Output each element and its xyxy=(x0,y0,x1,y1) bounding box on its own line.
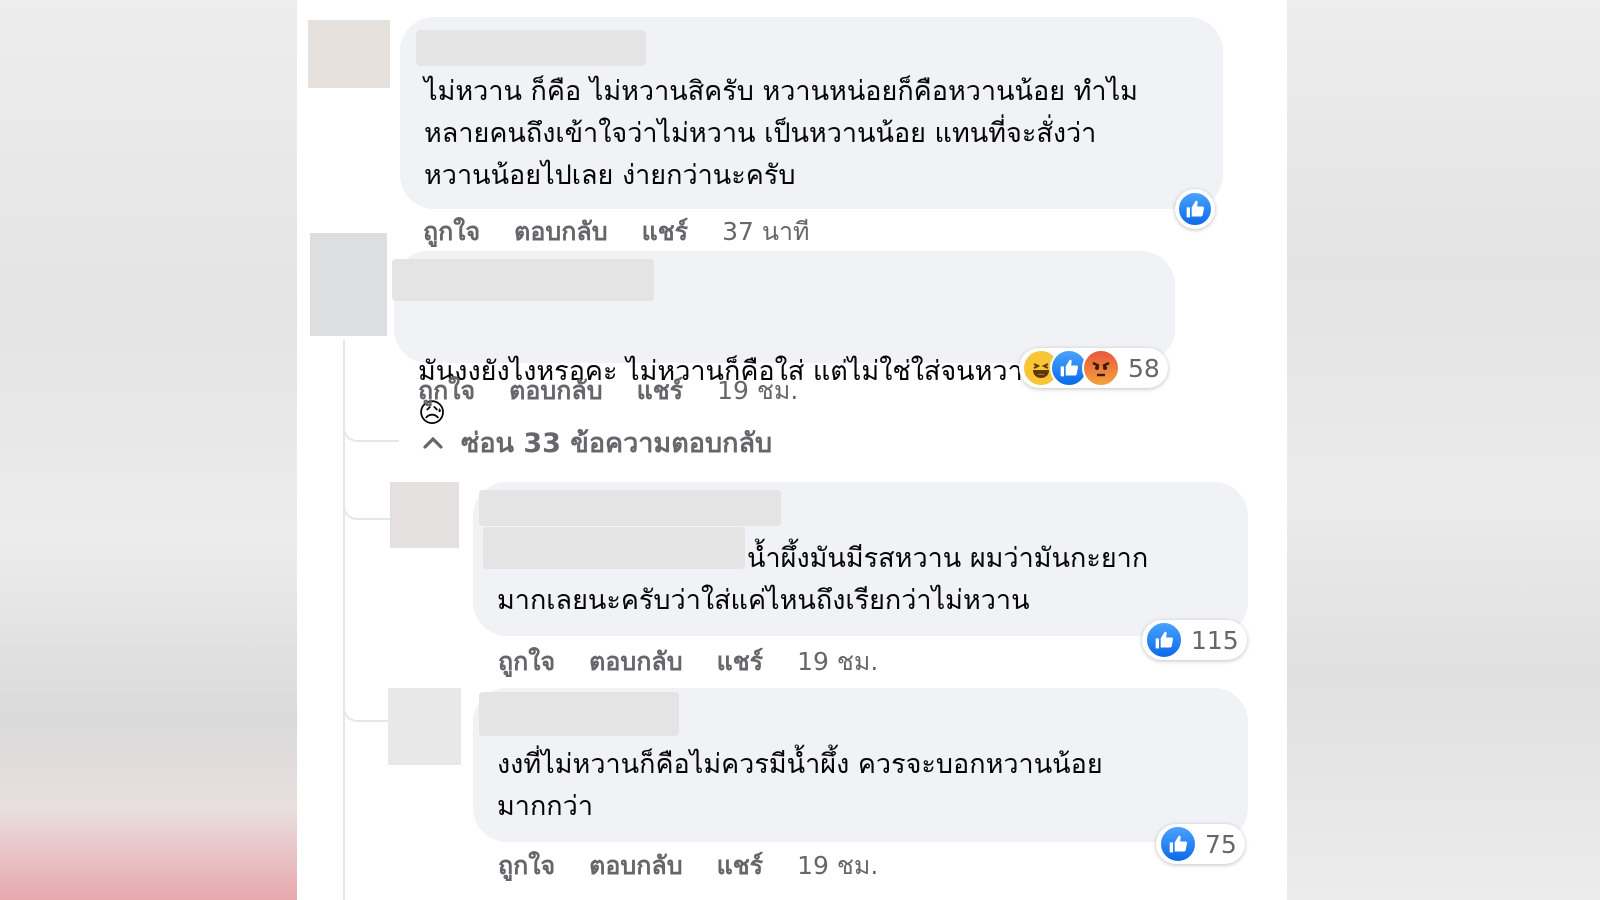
blurred-background-left xyxy=(0,0,297,900)
blurred-author-name xyxy=(479,490,781,526)
reply-link[interactable]: ตอบกลับ xyxy=(509,371,602,411)
timestamp[interactable]: 19 ชม. xyxy=(797,642,878,682)
hide-replies-label: ซ่อน 33 ข้อความตอบกลับ xyxy=(461,428,773,459)
like-icon xyxy=(1145,621,1183,659)
comment-actions: ถูกใจ ตอบกลับ แชร์ 19 ชม. xyxy=(418,371,832,411)
share-link[interactable]: แชร์ xyxy=(637,371,684,411)
like-link[interactable]: ถูกใจ xyxy=(423,212,480,252)
reply-actions: ถูกใจ ตอบกลับ แชร์ 19 ชม. xyxy=(498,642,912,682)
reply-link[interactable]: ตอบกลับ xyxy=(514,212,607,252)
reaction-summary[interactable]: 75 xyxy=(1156,824,1245,864)
thread-connector xyxy=(343,480,391,520)
share-link[interactable]: แชร์ xyxy=(717,846,764,886)
blurred-author-name xyxy=(392,259,654,301)
avatar[interactable] xyxy=(388,688,461,765)
reply-text: งงที่ไม่หวานก็คือไม่ควรมีน้ำผึ้ง ควรจะบอ… xyxy=(497,749,1103,822)
reaction-count: 75 xyxy=(1205,829,1237,859)
reply-link[interactable]: ตอบกลับ xyxy=(589,846,682,886)
like-link[interactable]: ถูกใจ xyxy=(498,846,555,886)
chevron-up-icon xyxy=(423,436,443,449)
reply-text: น้ำผึ้งมันมีรสหวาน ผมว่ามันกะยาก มากเลยน… xyxy=(497,543,1149,616)
thread-connector xyxy=(343,400,399,442)
avatar[interactable] xyxy=(390,482,459,548)
reaction-count: 115 xyxy=(1191,625,1239,655)
blurred-background-right xyxy=(1287,0,1600,900)
comment-bubble: มันงงยังไงหรอคะ ไม่หวานก็คือใส่ แต่ไม่ใช… xyxy=(392,251,1175,429)
comment-actions: ถูกใจ ตอบกลับ แชร์ 37 นาที xyxy=(423,212,843,252)
reply-bubble: น้ำผึ้งมันมีรสหวาน ผมว่ามันกะยาก มากเลยน… xyxy=(473,482,1248,636)
reply-bubble: งงที่ไม่หวานก็คือไม่ควรมีน้ำผึ้ง ควรจะบอ… xyxy=(473,688,1248,842)
comment-bubble: ไม่หวาน ก็คือ ไม่หวานสิครับ หวานหน่อยก็ค… xyxy=(400,17,1223,209)
blurred-author-name xyxy=(479,692,679,736)
blurred-author-name xyxy=(416,30,646,66)
comment-text: ไม่หวาน ก็คือ ไม่หวานสิครับ หวานหน่อยก็ค… xyxy=(424,76,1138,191)
avatar[interactable] xyxy=(308,20,390,88)
reaction-summary[interactable] xyxy=(1175,189,1215,229)
angry-icon xyxy=(1082,349,1120,387)
hide-replies-toggle[interactable]: ซ่อน 33 ข้อความตอบกลับ xyxy=(421,421,772,464)
share-link[interactable]: แชร์ xyxy=(717,642,764,682)
share-link[interactable]: แชร์ xyxy=(642,212,689,252)
timestamp[interactable]: 37 นาที xyxy=(722,212,809,252)
comments-panel: ไม่หวาน ก็คือ ไม่หวานสิครับ หวานหน่อยก็ค… xyxy=(297,0,1287,900)
like-icon xyxy=(1177,191,1213,227)
reaction-count: 58 xyxy=(1128,353,1160,383)
reaction-summary[interactable]: 115 xyxy=(1142,620,1247,660)
thread-connector xyxy=(343,680,391,722)
reply-actions: ถูกใจ ตอบกลับ แชร์ 19 ชม. xyxy=(498,846,912,886)
like-link[interactable]: ถูกใจ xyxy=(498,642,555,682)
timestamp[interactable]: 19 ชม. xyxy=(797,846,878,886)
avatar[interactable] xyxy=(310,233,387,336)
like-icon xyxy=(1159,825,1197,863)
timestamp[interactable]: 19 ชม. xyxy=(717,371,798,411)
reaction-summary[interactable]: 58 xyxy=(1019,348,1168,388)
reply-link[interactable]: ตอบกลับ xyxy=(589,642,682,682)
like-link[interactable]: ถูกใจ xyxy=(418,371,475,411)
